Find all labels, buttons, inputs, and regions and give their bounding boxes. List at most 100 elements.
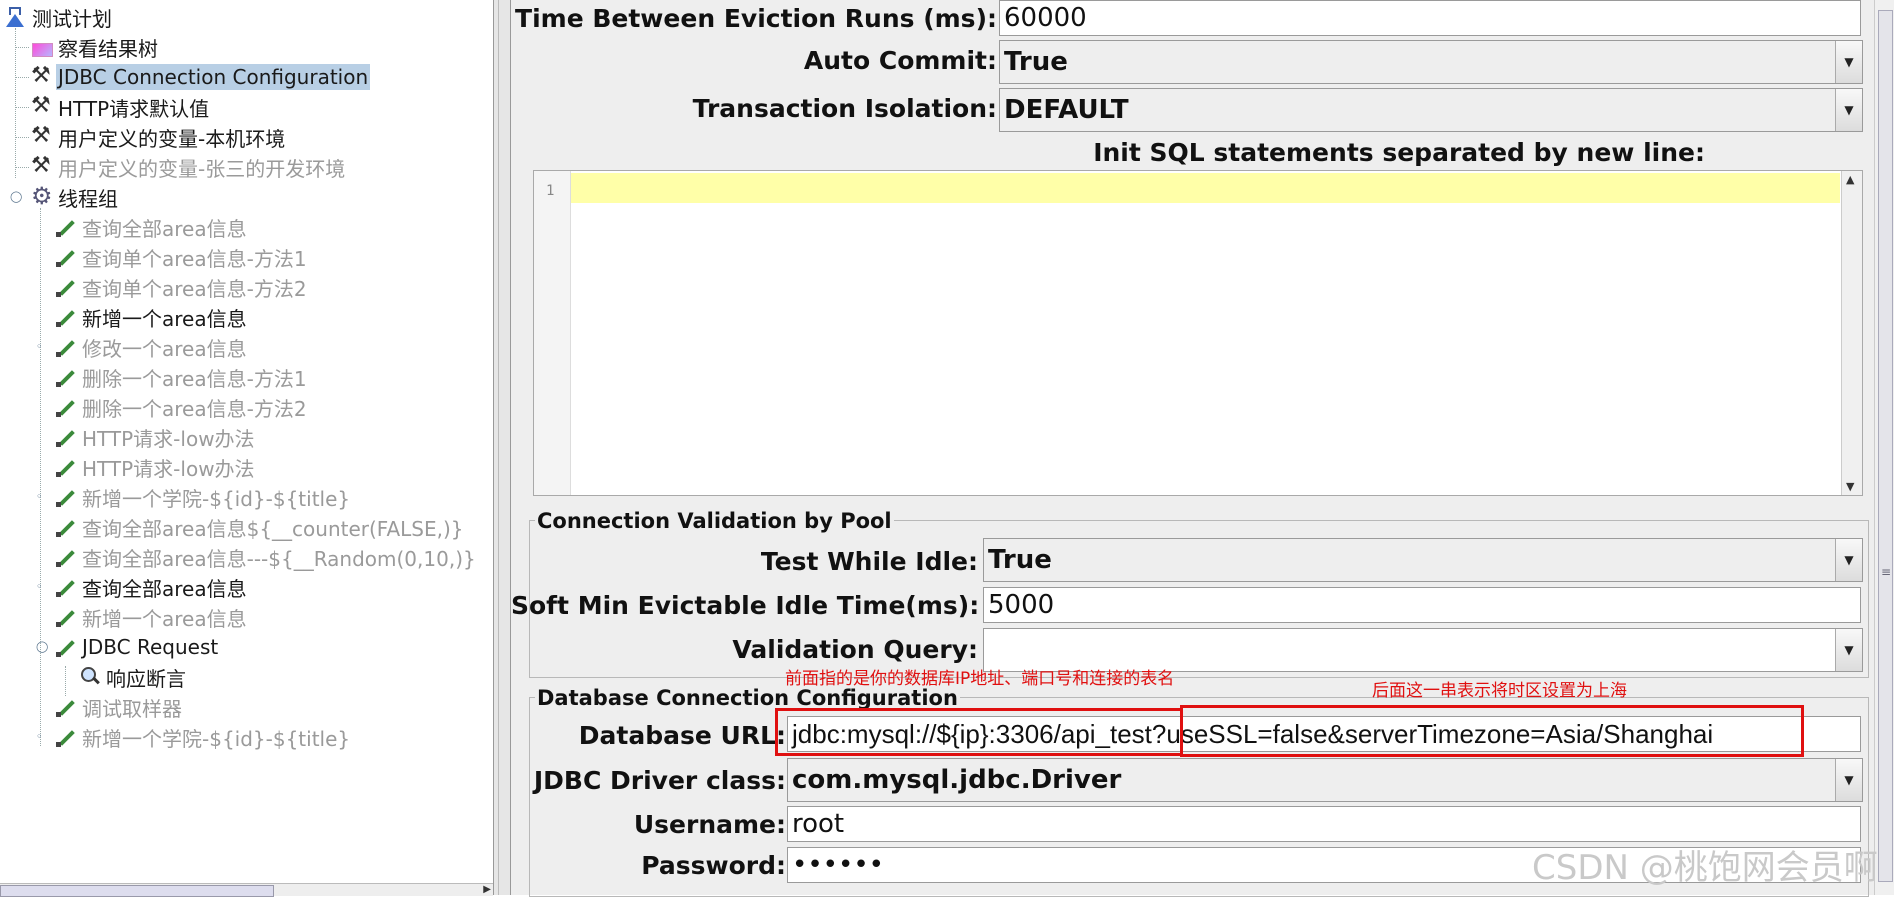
jdbc-driver-label: JDBC Driver class:	[533, 766, 786, 795]
scroll-down-icon[interactable]: ▼	[1846, 480, 1854, 493]
tree-node-label: 查询全部area信息${__counter(FALSE,)}	[82, 516, 464, 541]
tree-node-test-plan[interactable]: 测试计划	[4, 3, 114, 31]
line-number: 1	[546, 183, 555, 199]
test-while-idle-label: Test While Idle:	[760, 547, 978, 576]
tree-node-response-assertion[interactable]: 响应断言	[78, 663, 188, 691]
tool-icon	[30, 123, 54, 149]
init-sql-editor[interactable]: 1 ▲ ▼	[533, 170, 1863, 496]
line-number-gutter	[534, 171, 571, 495]
soft-min-idle-field[interactable]: 5000	[983, 587, 1861, 623]
pen-icon	[54, 275, 78, 299]
tree-horizontal-scrollbar[interactable]: ▶	[0, 883, 493, 897]
pen-icon	[54, 395, 78, 419]
scrollbar-thumb[interactable]	[0, 885, 274, 897]
tree-node-thread-group[interactable]: 线程组	[30, 182, 120, 211]
tree-node-sampler[interactable]: 查询全部area信息---${__Random(0,10,)}	[54, 543, 478, 571]
transaction-isolation-select[interactable]: DEFAULT ▼	[999, 88, 1863, 132]
db-section-title: Database Connection Configuration	[535, 686, 960, 710]
tree-node-sampler[interactable]: 新增一个学院-${id}-${title}	[54, 483, 352, 511]
tree-node-label: 调试取样器	[82, 696, 182, 721]
tree-node-sampler[interactable]: 新增一个area信息	[54, 603, 249, 631]
test-while-idle-select[interactable]: True ▼	[983, 538, 1863, 582]
tool-icon	[30, 63, 54, 89]
validation-section-title: Connection Validation by Pool	[535, 509, 894, 533]
chevron-down-icon[interactable]: ▼	[1835, 89, 1862, 131]
pen-icon	[54, 515, 78, 539]
pen-icon	[54, 635, 78, 659]
pen-icon	[54, 605, 78, 629]
tree-node-label: 响应断言	[106, 666, 186, 691]
tree-node-jdbc-connection-configuration[interactable]: JDBC Connection Configuration	[30, 63, 371, 91]
jdbc-config-panel: Time Between Eviction Runs (ms): 60000 A…	[511, 0, 1874, 897]
tool-icon	[30, 93, 54, 119]
chevron-down-icon[interactable]: ▼	[1835, 629, 1862, 671]
pen-icon	[54, 215, 78, 239]
tree-node-sampler[interactable]: 新增一个area信息	[54, 303, 249, 331]
tree-node-view-results-tree[interactable]: 察看结果树	[30, 33, 160, 61]
tree-node-label: HTTP请求-low办法	[82, 456, 255, 481]
tree-node-label: 查询全部area信息---${__Random(0,10,)}	[82, 546, 476, 571]
annotation-note-timezone: 后面这一串表示将时区设置为上海	[1372, 681, 1627, 701]
magnifier-icon	[78, 665, 102, 689]
tree-node-sampler[interactable]: 删除一个area信息-方法2	[54, 393, 309, 421]
tree-node-label: 删除一个area信息-方法2	[82, 396, 307, 421]
tree-node-user-variables-zhangsan[interactable]: 用户定义的变量-张三的开发环境	[30, 153, 347, 181]
tree-node-label: 新增一个area信息	[82, 306, 247, 331]
watermark: CSDN @桃饱网会员啊	[1532, 848, 1878, 888]
panel-vertical-scrollbar[interactable]: ≡	[1874, 0, 1894, 895]
chevron-down-icon[interactable]: ▼	[1835, 539, 1862, 581]
chevron-down-icon[interactable]: ▼	[1835, 41, 1862, 83]
tree-node-sampler[interactable]: 新增一个学院-${id}-${title}	[54, 723, 352, 751]
tree-node-sampler[interactable]: 查询全部area信息${__counter(FALSE,)}	[54, 513, 466, 541]
tree-node-jdbc-request[interactable]: JDBC Request	[54, 633, 220, 661]
pen-icon	[54, 485, 78, 509]
tree-node-sampler[interactable]: 查询单个area信息-方法1	[54, 243, 309, 271]
expand-toggle-icon[interactable]: ◦	[36, 491, 46, 502]
validation-query-label: Validation Query:	[732, 635, 978, 664]
sql-vertical-scrollbar[interactable]: ▲ ▼	[1841, 171, 1862, 495]
expand-toggle-icon[interactable]: ◦	[36, 731, 46, 742]
annotation-note-host: 前面指的是你的数据库IP地址、端口号和连接的表名	[785, 669, 1175, 689]
jdbc-driver-value: com.mysql.jdbc.Driver	[792, 765, 1122, 795]
tree-node-sampler[interactable]: 修改一个area信息	[54, 333, 249, 361]
test-plan-tree[interactable]: 测试计划 察看结果树 JDBC Connection Configuration…	[0, 0, 493, 883]
username-field[interactable]: root	[787, 806, 1861, 842]
tree-node-label: JDBC Request	[82, 635, 219, 659]
tree-node-http-defaults[interactable]: HTTP请求默认值	[30, 93, 211, 121]
expand-toggle-icon[interactable]: ◯	[10, 191, 22, 202]
expand-toggle-icon[interactable]: ◦	[36, 581, 46, 592]
annotation-box-host	[775, 708, 1183, 756]
pen-icon	[54, 305, 78, 329]
tree-node-debug-sampler[interactable]: 调试取样器	[54, 693, 184, 721]
scroll-up-icon[interactable]: ▲	[1846, 173, 1854, 186]
tree-node-sampler[interactable]: 查询全部area信息	[54, 573, 249, 601]
test-while-idle-value: True	[988, 545, 1052, 575]
database-url-label: Database URL:	[578, 721, 786, 750]
pane-splitter[interactable]	[493, 0, 511, 895]
auto-commit-value: True	[1004, 47, 1068, 77]
tree-node-user-variables-local[interactable]: 用户定义的变量-本机环境	[30, 123, 287, 151]
tree-node-sampler[interactable]: 删除一个area信息-方法1	[54, 363, 309, 391]
expand-toggle-icon[interactable]: ◦	[36, 341, 46, 352]
tree-node-sampler[interactable]: HTTP请求-low办法	[54, 423, 257, 451]
tree-node-label: 查询全部area信息	[82, 216, 247, 241]
transaction-isolation-label: Transaction Isolation:	[692, 94, 997, 123]
annotation-box-timezone	[1180, 705, 1804, 757]
chevron-down-icon[interactable]: ▼	[1835, 759, 1862, 801]
auto-commit-select[interactable]: True ▼	[999, 40, 1863, 84]
splitter-grip	[498, 0, 501, 895]
pen-icon	[54, 425, 78, 449]
tree-node-sampler[interactable]: 查询全部area信息	[54, 213, 249, 241]
tree-node-sampler[interactable]: 查询单个area信息-方法2	[54, 273, 309, 301]
eviction-runs-field[interactable]: 60000	[999, 0, 1861, 36]
tree-node-label: 察看结果树	[58, 36, 158, 61]
transaction-isolation-value: DEFAULT	[1004, 95, 1129, 125]
tree-node-label: HTTP请求默认值	[58, 96, 210, 121]
password-label: Password:	[641, 851, 786, 880]
expand-toggle-icon[interactable]: ◯	[36, 641, 48, 652]
scroll-right-icon[interactable]: ▶	[483, 884, 491, 895]
tree-node-sampler[interactable]: HTTP请求-low办法	[54, 453, 257, 481]
jdbc-driver-select[interactable]: com.mysql.jdbc.Driver ▼	[787, 758, 1863, 802]
scrollbar-thumb[interactable]	[1878, 10, 1893, 882]
auto-commit-label: Auto Commit:	[803, 46, 997, 75]
